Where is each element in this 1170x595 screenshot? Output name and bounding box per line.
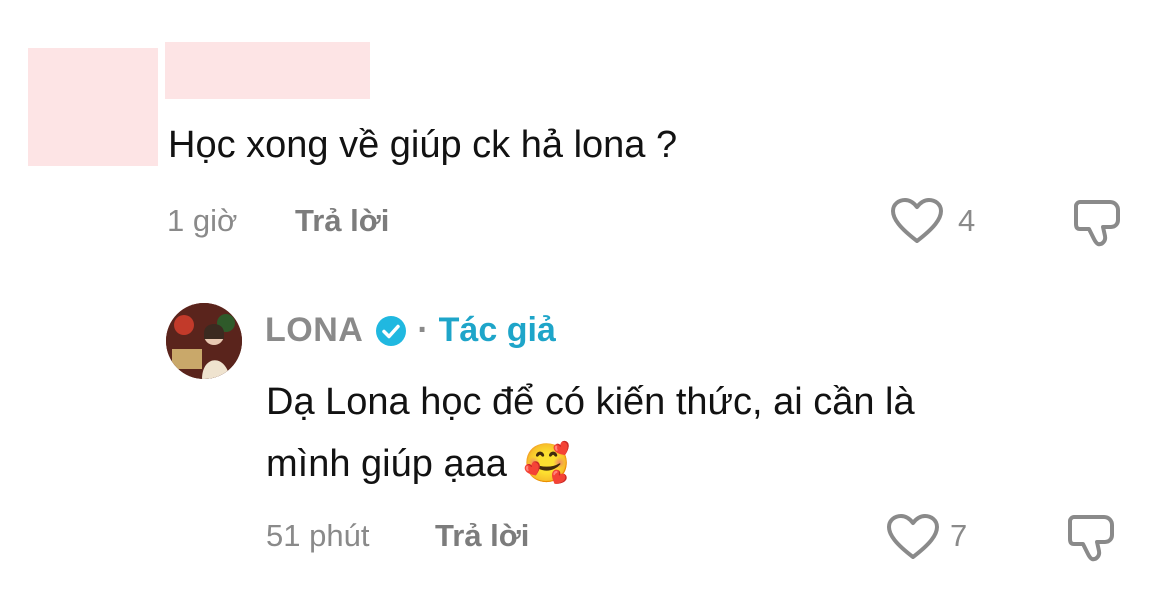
reply-button[interactable]: Trả lời — [295, 203, 389, 239]
reply-text: Dạ Lona học để có kiến thức, ai cần là m… — [266, 371, 915, 495]
thumbs-down-outline-icon — [1068, 515, 1114, 562]
heart-outline-icon — [887, 514, 939, 559]
like-count: 4 — [958, 203, 976, 238]
reply-text-line2: mình giúp ạaa 🥰 — [266, 443, 571, 485]
heart-outline-icon — [891, 198, 943, 243]
author-username[interactable]: LONA — [265, 311, 363, 350]
dislike-button[interactable] — [1072, 196, 1124, 248]
comment-text: Học xong về giúp ck hả lona ? — [168, 124, 678, 166]
redacted-username — [165, 42, 370, 99]
thumbs-down-outline-icon — [1074, 200, 1120, 247]
reply-timestamp: 51 phút — [266, 518, 370, 553]
reply-like-button[interactable] — [886, 513, 942, 563]
reply-reply-button[interactable]: Trả lời — [435, 518, 529, 554]
separator-dot: · — [417, 311, 429, 349]
reply-like-count: 7 — [950, 518, 968, 553]
smiling-face-hearts-emoji: 🥰 — [523, 443, 571, 485]
reply-text-line1: Dạ Lona học để có kiến thức, ai cần là — [266, 381, 915, 423]
verified-check-icon — [375, 315, 407, 347]
like-button[interactable] — [890, 197, 946, 247]
author-avatar[interactable] — [166, 303, 242, 379]
comment-timestamp: 1 giờ — [167, 203, 238, 238]
author-tag: Tác giả — [438, 311, 556, 349]
reply-dislike-button[interactable] — [1066, 511, 1118, 563]
redacted-avatar — [28, 48, 158, 166]
reply-header: LONA · Tác giả — [265, 311, 556, 350]
